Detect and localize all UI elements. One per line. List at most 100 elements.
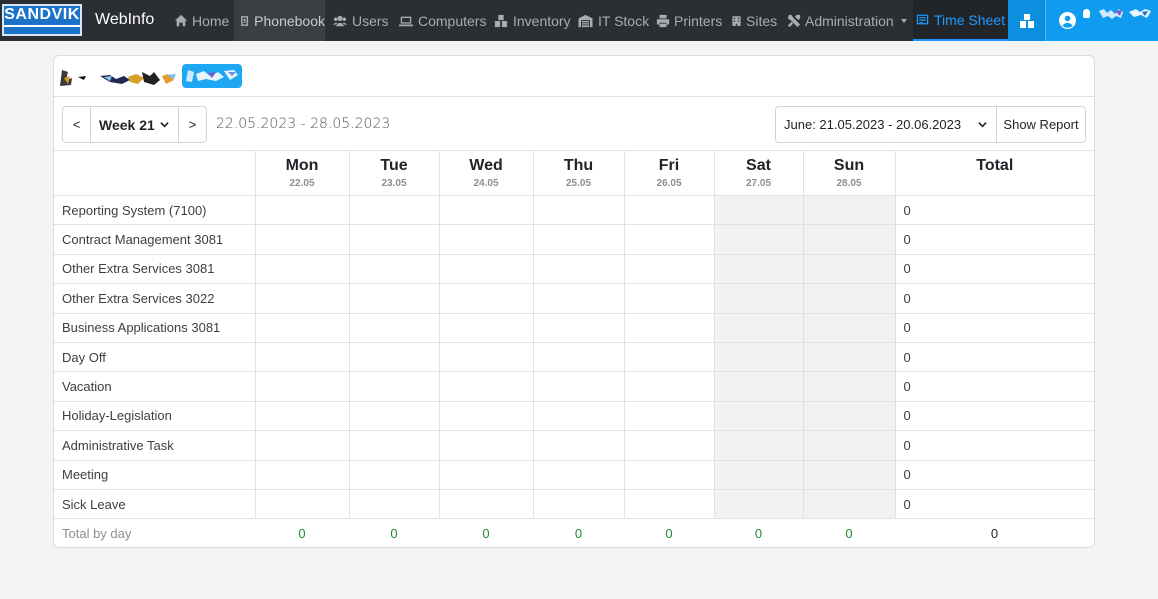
hours-cell-wed[interactable]	[438, 488, 534, 520]
hours-cell-sat	[713, 253, 804, 285]
hours-cell-thu[interactable]	[532, 371, 625, 402]
day-name: Fri	[658, 157, 680, 174]
bell-icon[interactable]	[1083, 9, 1090, 18]
nav-printers[interactable]: Printers	[656, 0, 722, 41]
hours-cell-tue[interactable]	[348, 224, 440, 255]
day-header-mon: Mon 22.05	[254, 150, 350, 196]
nav-time-sheet[interactable]: Time Sheet	[913, 0, 1008, 41]
nav-phonebook[interactable]: Phonebook	[234, 0, 325, 41]
hours-cell-wed[interactable]	[438, 341, 534, 373]
hours-cell-fri[interactable]	[623, 283, 715, 314]
hours-cell-fri[interactable]	[623, 312, 715, 343]
week-toolbar: < Week 21 > 22.05.2023 - 28.05.2023 June…	[54, 97, 1094, 151]
day-total-tue: 0	[349, 518, 439, 547]
hours-cell-tue[interactable]	[348, 400, 440, 432]
hours-cell-fri[interactable]	[623, 430, 715, 461]
hours-cell-fri[interactable]	[623, 400, 715, 432]
hours-cell-thu[interactable]	[532, 224, 625, 255]
hours-cell-wed[interactable]	[438, 253, 534, 285]
sandvik-logo[interactable]: SANDVIK	[2, 4, 82, 36]
hours-cell-fri[interactable]	[623, 459, 715, 490]
boxes-icon	[1019, 13, 1034, 28]
hours-cell-thu[interactable]	[532, 459, 625, 490]
prev-week-button[interactable]: <	[63, 107, 90, 142]
nav-phonebook-label: Phonebook	[254, 12, 325, 29]
day-name: Sat	[746, 157, 771, 174]
hours-cell-tue[interactable]	[348, 430, 440, 461]
redacted-header-button[interactable]	[182, 64, 242, 88]
hours-cell-thu[interactable]	[532, 341, 625, 373]
hours-cell-mon[interactable]	[254, 400, 350, 432]
hours-cell-sat	[713, 283, 804, 314]
hours-cell-tue[interactable]	[348, 253, 440, 285]
hours-cell-mon[interactable]	[254, 224, 350, 255]
totals-label: Total by day	[54, 518, 255, 547]
nav-it-stock[interactable]: IT Stock	[577, 0, 649, 41]
timesheet-card: < Week 21 > 22.05.2023 - 28.05.2023 June…	[53, 55, 1095, 548]
week-select[interactable]: Week 21	[90, 107, 179, 142]
hours-cell-wed[interactable]	[438, 224, 534, 255]
nav-computers[interactable]: Computers	[398, 0, 486, 41]
hours-cell-mon[interactable]	[254, 371, 350, 402]
hours-cell-fri[interactable]	[623, 224, 715, 255]
hours-cell-wed[interactable]	[438, 400, 534, 432]
day-name: Mon	[285, 157, 319, 174]
phonebook-icon	[241, 15, 249, 26]
hours-cell-mon[interactable]	[254, 194, 350, 226]
nav-administration[interactable]: Administration	[787, 0, 907, 41]
hours-cell-tue[interactable]	[348, 283, 440, 314]
hours-cell-wed[interactable]	[438, 194, 534, 226]
nav-sites-label: Sites	[746, 12, 778, 29]
next-week-button[interactable]: >	[179, 107, 206, 142]
hours-cell-fri[interactable]	[623, 253, 715, 285]
brand-name[interactable]: WebInfo	[95, 11, 154, 29]
hours-cell-wed[interactable]	[438, 312, 534, 343]
tools-icon	[787, 14, 801, 27]
hours-cell-sun	[802, 283, 896, 314]
hours-cell-fri[interactable]	[623, 194, 715, 226]
hours-cell-fri[interactable]	[623, 488, 715, 520]
hours-cell-sun	[802, 400, 896, 432]
nav-home[interactable]: Home	[174, 0, 229, 41]
nav-inventory[interactable]: Inventory	[493, 0, 571, 41]
computer-icon	[399, 16, 413, 26]
hours-cell-tue[interactable]	[348, 371, 440, 402]
hours-cell-wed[interactable]	[438, 430, 534, 461]
hours-cell-tue[interactable]	[348, 341, 440, 373]
hours-cell-mon[interactable]	[254, 283, 350, 314]
hours-cell-tue[interactable]	[348, 194, 440, 226]
apps-button[interactable]	[1008, 0, 1046, 41]
hours-cell-thu[interactable]	[532, 253, 625, 285]
show-report-button[interactable]: Show Report	[997, 107, 1085, 142]
project-name: Day Off	[54, 341, 256, 373]
hours-cell-fri[interactable]	[623, 371, 715, 402]
project-name: Business Applications 3081	[54, 312, 256, 343]
hours-cell-thu[interactable]	[532, 312, 625, 343]
table-row: Sick Leave 0	[54, 488, 1094, 520]
hours-cell-mon[interactable]	[254, 488, 350, 520]
hours-cell-thu[interactable]	[532, 194, 625, 226]
grand-total: 0	[895, 518, 1094, 547]
nav-sites[interactable]: Sites	[731, 0, 777, 41]
hours-cell-tue[interactable]	[348, 488, 440, 520]
hours-cell-mon[interactable]	[254, 459, 350, 490]
hours-cell-thu[interactable]	[532, 283, 625, 314]
hours-cell-mon[interactable]	[254, 341, 350, 373]
hours-cell-tue[interactable]	[348, 312, 440, 343]
hours-cell-thu[interactable]	[532, 488, 625, 520]
day-name: Thu	[563, 157, 594, 174]
hours-cell-tue[interactable]	[348, 459, 440, 490]
report-period-select[interactable]: June: 21.05.2023 - 20.06.2023	[776, 107, 997, 142]
hours-cell-mon[interactable]	[254, 253, 350, 285]
hours-cell-fri[interactable]	[623, 341, 715, 373]
hours-cell-thu[interactable]	[532, 400, 625, 432]
hours-cell-mon[interactable]	[254, 312, 350, 343]
hours-cell-mon[interactable]	[254, 430, 350, 461]
hours-cell-wed[interactable]	[438, 283, 534, 314]
day-name: Sun	[833, 157, 865, 174]
hours-cell-wed[interactable]	[438, 371, 534, 402]
nav-users[interactable]: Users	[332, 0, 389, 41]
hours-cell-wed[interactable]	[438, 459, 534, 490]
hours-cell-thu[interactable]	[532, 430, 625, 461]
user-circle-icon[interactable]	[1059, 12, 1076, 29]
